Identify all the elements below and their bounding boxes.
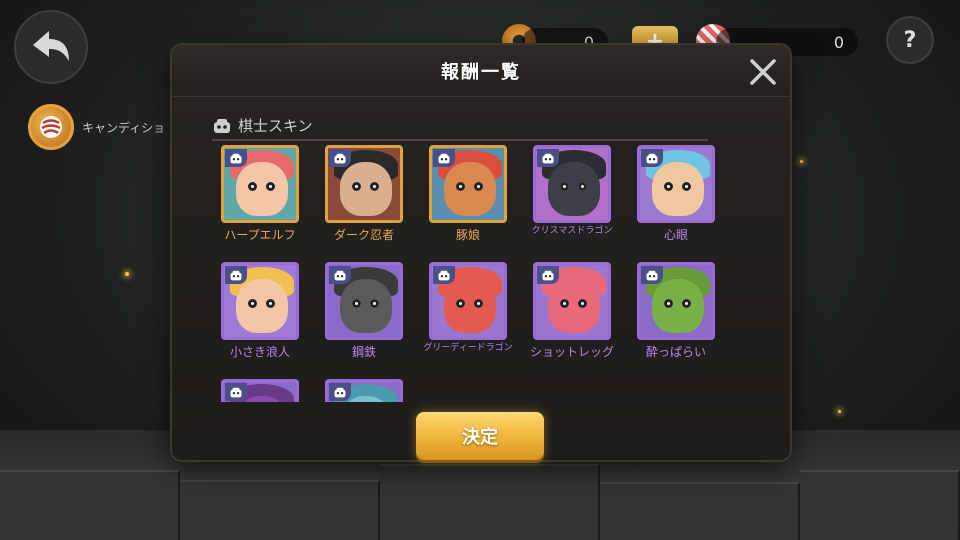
skin-portrait bbox=[429, 262, 507, 340]
skin-portrait bbox=[325, 379, 403, 402]
help-button[interactable]: ? bbox=[886, 16, 934, 64]
close-button[interactable] bbox=[746, 55, 780, 89]
player-icon bbox=[214, 118, 230, 133]
portrait-eye bbox=[370, 182, 379, 191]
back-arrow-icon bbox=[33, 31, 69, 61]
player-badge-icon bbox=[433, 149, 455, 167]
portrait-eye bbox=[352, 182, 361, 191]
portrait-face bbox=[340, 279, 392, 333]
skin-item[interactable]: ハープエルフ bbox=[212, 145, 310, 243]
skin-item[interactable]: ショットレッグ bbox=[522, 262, 622, 360]
skin-name: 鋼鉄 bbox=[351, 345, 376, 359]
skin-item[interactable]: 鋼鉄 bbox=[314, 262, 414, 360]
portrait-face bbox=[652, 162, 704, 216]
player-badge-icon bbox=[225, 266, 247, 284]
confirm-label: 決定 bbox=[462, 427, 498, 448]
skin-name: ショットレッグ bbox=[529, 345, 614, 359]
sparkle bbox=[800, 160, 803, 163]
skin-section: 棋士スキン bbox=[212, 115, 712, 141]
skin-item[interactable]: グリーディードラゴン bbox=[418, 262, 518, 354]
player-badge-icon bbox=[641, 266, 663, 284]
candy-coin-icon bbox=[28, 104, 74, 150]
portrait-face bbox=[236, 279, 288, 333]
skin-name: 小さき浪人 bbox=[229, 345, 290, 359]
portrait-face bbox=[548, 279, 600, 333]
portrait-eye bbox=[456, 182, 465, 191]
portrait-eye bbox=[560, 299, 569, 308]
skin-name: クリスマスドラゴン bbox=[531, 226, 613, 236]
side-tab-candy[interactable]: キャンディショ bbox=[28, 104, 165, 150]
skin-name: 酔っぱらい bbox=[645, 345, 706, 359]
skin-item[interactable]: 酔っぱらい bbox=[626, 262, 726, 360]
portrait-eye bbox=[248, 299, 257, 308]
close-icon bbox=[750, 59, 776, 85]
portrait-eye bbox=[248, 182, 257, 191]
skin-item[interactable]: 小さき浪人 bbox=[212, 262, 310, 360]
side-tab-label: キャンディショ bbox=[82, 120, 166, 135]
section-header: 棋士スキン bbox=[212, 115, 708, 141]
portrait-eye bbox=[456, 299, 465, 308]
portrait-face bbox=[444, 279, 496, 333]
portrait-eye bbox=[352, 299, 361, 308]
skin-item[interactable]: ダーク忍者 bbox=[314, 145, 414, 243]
skin-item[interactable]: 心眼 bbox=[626, 145, 726, 243]
back-button[interactable] bbox=[14, 10, 88, 84]
player-badge-icon bbox=[329, 266, 351, 284]
skin-item[interactable] bbox=[212, 379, 310, 402]
player-badge-icon bbox=[537, 149, 559, 167]
portrait-face bbox=[236, 162, 288, 216]
portrait-eye bbox=[578, 299, 587, 308]
player-badge-icon bbox=[641, 149, 663, 167]
skin-portrait bbox=[325, 262, 403, 340]
portrait-eye bbox=[370, 299, 379, 308]
skin-portrait bbox=[325, 145, 403, 223]
skin-portrait bbox=[637, 145, 715, 223]
skin-name: ダーク忍者 bbox=[333, 228, 394, 242]
confirm-button[interactable]: 決定 bbox=[416, 412, 544, 460]
player-badge-icon bbox=[537, 266, 559, 284]
skin-item[interactable] bbox=[314, 379, 414, 402]
section-label: 棋士スキン bbox=[238, 117, 313, 135]
skin-portrait bbox=[221, 145, 299, 223]
portrait-face bbox=[548, 162, 600, 216]
player-badge-icon bbox=[225, 149, 247, 167]
portrait-eye bbox=[474, 299, 483, 308]
skin-portrait bbox=[221, 262, 299, 340]
player-badge-icon bbox=[329, 149, 351, 167]
skin-portrait bbox=[533, 145, 611, 223]
portrait-eye bbox=[560, 182, 569, 191]
portrait-eye bbox=[474, 182, 483, 191]
portrait-face bbox=[340, 162, 392, 216]
portrait-eye bbox=[664, 299, 673, 308]
skin-name: ハープエルフ bbox=[224, 228, 296, 242]
portrait-eye bbox=[266, 182, 275, 191]
skin-name: 豚娘 bbox=[455, 228, 480, 242]
skin-item[interactable]: クリスマスドラゴン bbox=[522, 145, 622, 237]
currency-2-value: 0 bbox=[833, 32, 844, 52]
skin-grid: ハープエルフ ダーク忍者 豚娘 クリスマスドラゴン 心眼小さき浪人 鋼鉄 グリーディードラゴ… bbox=[212, 145, 732, 402]
portrait-eye bbox=[664, 182, 673, 191]
portrait-eye bbox=[266, 299, 275, 308]
dialog-header: 報酬一覧 bbox=[172, 45, 790, 97]
sparkle bbox=[125, 272, 129, 276]
skin-portrait bbox=[637, 262, 715, 340]
skin-name: グリーディードラゴン bbox=[423, 343, 513, 353]
portrait-face bbox=[444, 162, 496, 216]
skin-portrait bbox=[221, 379, 299, 402]
player-badge-icon bbox=[329, 383, 351, 401]
portrait-eye bbox=[682, 299, 691, 308]
skin-name: 心眼 bbox=[663, 228, 688, 242]
skin-portrait bbox=[533, 262, 611, 340]
dialog-title: 報酬一覧 bbox=[441, 61, 521, 83]
sparkle bbox=[838, 410, 841, 413]
help-icon: ? bbox=[903, 27, 917, 53]
reward-list-dialog: 報酬一覧 棋士スキン ハープエルフ ダーク忍者 豚娘 クリスマスドラゴン 心眼小さき浪人… bbox=[172, 45, 790, 460]
skin-portrait bbox=[429, 145, 507, 223]
portrait-eye bbox=[682, 182, 691, 191]
player-badge-icon bbox=[225, 383, 247, 401]
player-badge-icon bbox=[433, 266, 455, 284]
portrait-eye bbox=[578, 182, 587, 191]
portrait-face bbox=[652, 279, 704, 333]
skin-item[interactable]: 豚娘 bbox=[418, 145, 518, 243]
